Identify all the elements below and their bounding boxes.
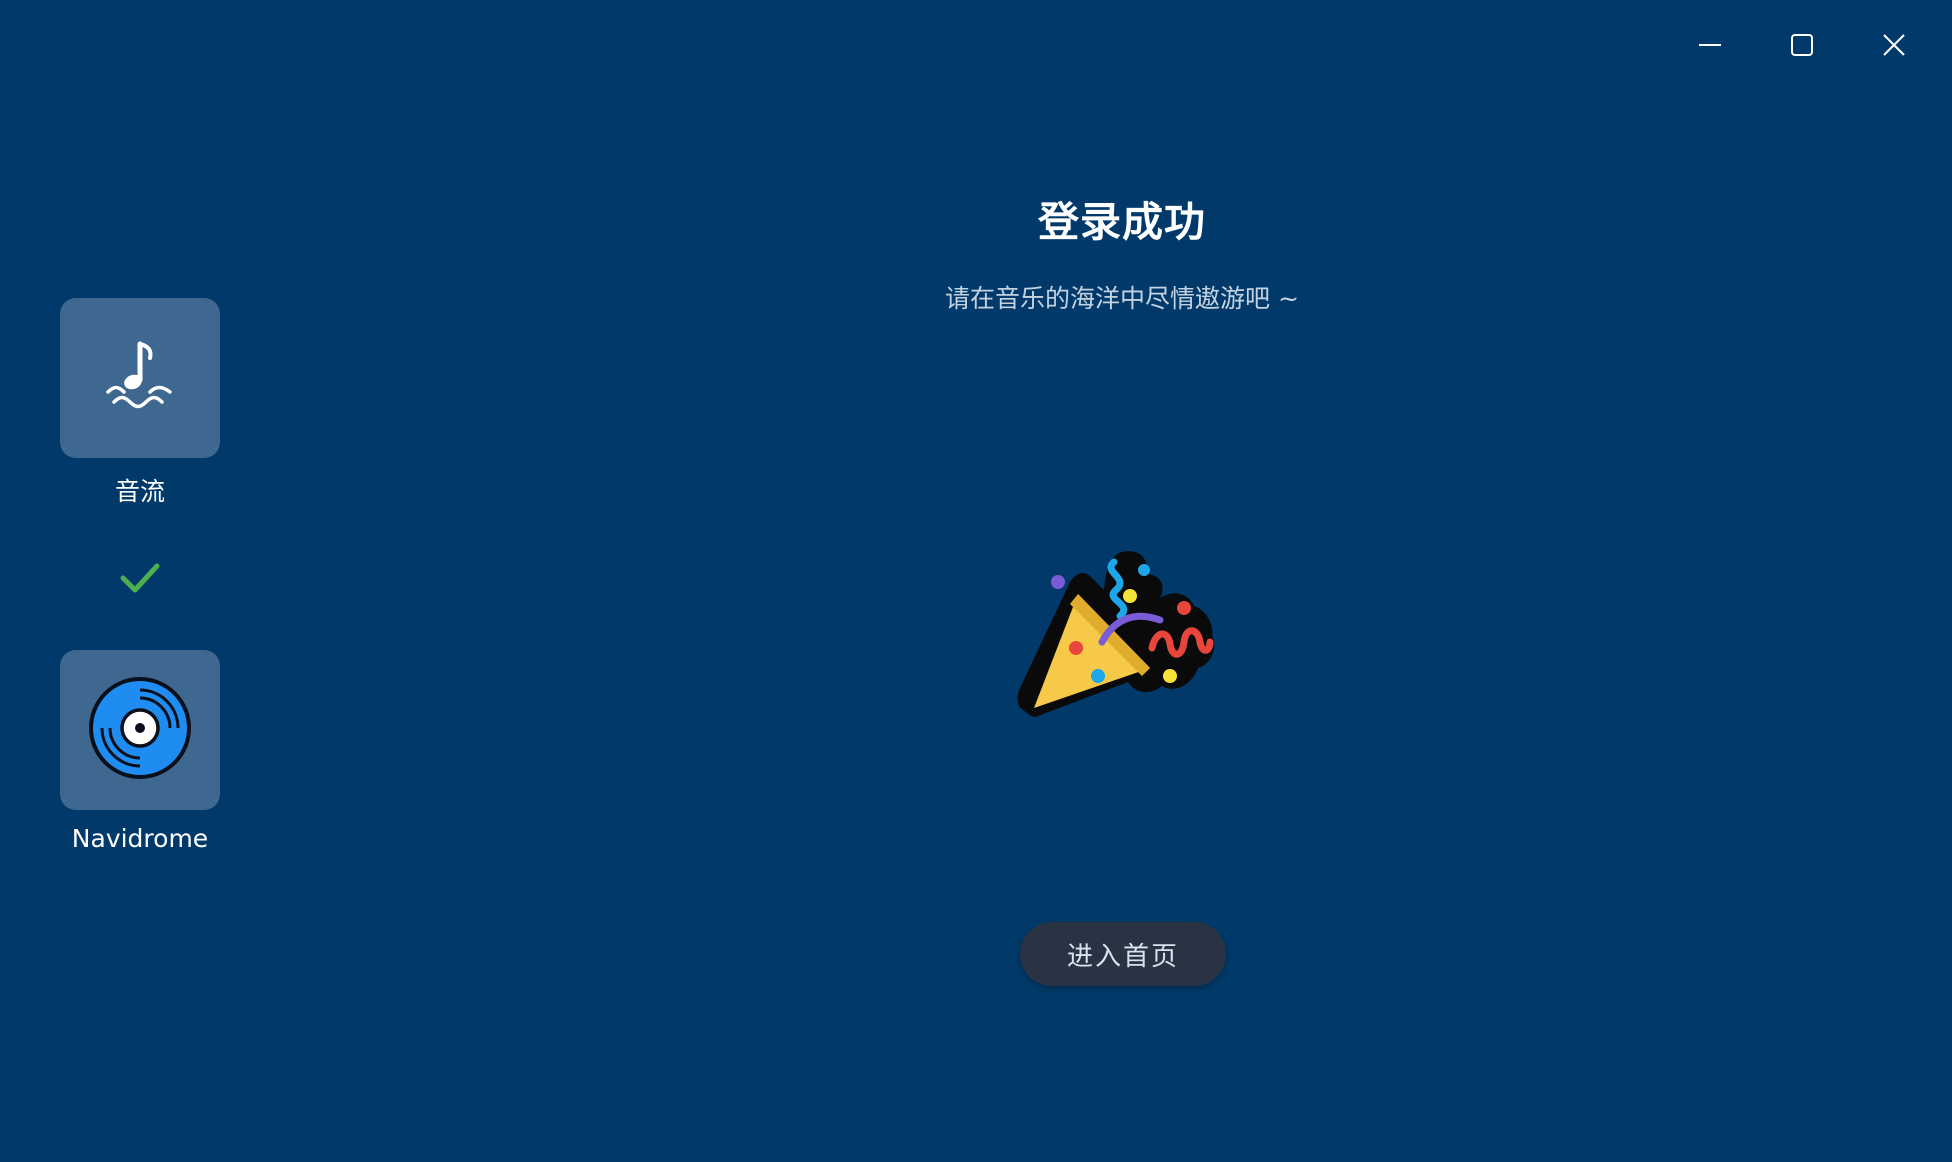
login-stepper: 音流 Navidrome	[60, 298, 220, 853]
app-window: 音流 Navidrome 登录成功 请在音乐的海洋中尽情遨游吧 ~ 进入首页	[0, 0, 1952, 1162]
target-app-tile[interactable]	[60, 650, 220, 810]
music-note-wave-icon	[100, 336, 180, 420]
maximize-icon	[1789, 32, 1815, 58]
maximize-button[interactable]	[1756, 20, 1848, 70]
enter-home-button[interactable]: 进入首页	[1020, 922, 1226, 986]
close-icon	[1881, 32, 1907, 58]
source-app-label: 音流	[114, 477, 165, 506]
close-button[interactable]	[1848, 20, 1940, 70]
source-app-tile[interactable]	[60, 298, 220, 458]
page-title: 登录成功	[1038, 198, 1206, 246]
window-controls	[1664, 20, 1940, 70]
vinyl-disc-icon	[88, 676, 192, 784]
page-subtitle: 请在音乐的海洋中尽情遨游吧 ~	[945, 284, 1299, 313]
target-app-label: Navidrome	[71, 824, 209, 853]
minimize-icon	[1697, 32, 1723, 58]
party-popper-icon	[1006, 512, 1246, 752]
checkmark-icon	[120, 560, 160, 596]
main-content: 登录成功 请在音乐的海洋中尽情遨游吧 ~ 进入首页	[560, 0, 1684, 1162]
